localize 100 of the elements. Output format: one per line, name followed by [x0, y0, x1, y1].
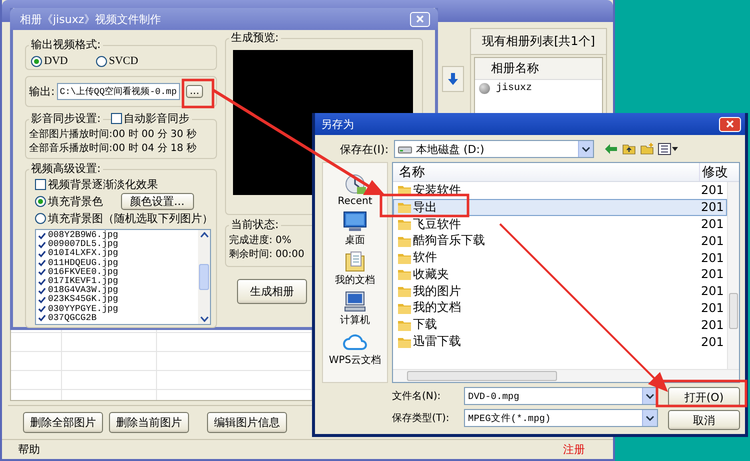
column-header: 相册名称	[475, 58, 602, 80]
file-name: 008Y2B9W6.jpg	[48, 231, 118, 240]
checkbox[interactable]	[38, 268, 46, 276]
checkbox[interactable]	[38, 240, 46, 249]
file-row[interactable]: 导出 201	[393, 198, 727, 216]
open-button[interactable]: 打开(O)	[668, 387, 740, 407]
group-label: 输出视频格式:	[29, 38, 103, 51]
file-row[interactable]: 软件 201	[393, 249, 727, 266]
color-settings-button[interactable]: 颜色设置...	[121, 193, 194, 210]
file-name: 030YYPGYE.jpg	[48, 304, 118, 314]
up-folder-icon	[622, 143, 636, 155]
toolbar-button[interactable]: 删除全部图片	[23, 412, 103, 433]
option-label: SVCD	[108, 55, 138, 67]
places-item[interactable]: 计算机	[340, 290, 370, 327]
file-name-field[interactable]: DVD-0.mpg	[464, 387, 658, 405]
generate-album-button[interactable]: 生成相册	[237, 279, 307, 304]
toolbar-button[interactable]: 删除当前图片	[109, 412, 189, 433]
group-label: 当前状态:	[229, 218, 281, 231]
file-row[interactable]: 酷狗音乐下载 201	[393, 232, 727, 250]
file-name: 010I4LXFX.jpg	[48, 249, 118, 258]
checkbox[interactable]	[38, 296, 46, 304]
duration-text: 全部图片播放时间:00 时 00 分 30 秒	[29, 128, 198, 142]
file-name: 018G4VA3W.jpg	[48, 286, 118, 296]
checkbox[interactable]	[38, 286, 46, 295]
places-item[interactable]: 我的文档	[335, 250, 375, 287]
checkbox[interactable]	[38, 278, 46, 286]
new-folder-icon	[640, 143, 654, 155]
album-item[interactable]: jisuxz	[475, 80, 602, 97]
scroll-thumb[interactable]	[199, 264, 209, 290]
location-dropdown[interactable]: 本地磁盘 (D:)	[394, 140, 594, 158]
help-link[interactable]: 帮助	[18, 442, 40, 457]
file-name: 016FKVEE0.jpg	[48, 268, 118, 277]
view-menu-icon	[658, 143, 678, 155]
checkbox[interactable]	[38, 305, 46, 314]
places-item[interactable]: 桌面	[343, 210, 367, 247]
group-label: 影音同步设置:	[29, 112, 103, 125]
remaining-time-text: 剩余时间: 00:00	[229, 248, 306, 262]
close-icon	[726, 120, 734, 128]
file-row[interactable]: 收藏夹 201	[393, 266, 727, 283]
highlight-frame	[182, 78, 214, 108]
scroll-thumb[interactable]	[729, 293, 738, 329]
places-item[interactable]: Recent	[338, 173, 372, 207]
option-label: 填充背景色	[48, 194, 103, 209]
scrollbar[interactable]	[393, 369, 739, 382]
file-row[interactable]: 我的图片 201	[393, 282, 727, 300]
checkbox[interactable]	[38, 259, 46, 268]
group-label: 生成预览:	[229, 31, 281, 44]
register-link[interactable]: 注册	[563, 442, 585, 457]
folder-icon	[397, 267, 411, 282]
file-name: 011HDQEUG.jpg	[48, 258, 118, 268]
file-type-dropdown[interactable]: MPEG文件(*.mpg)	[464, 409, 658, 427]
close-icon	[416, 15, 424, 23]
computer-icon	[343, 290, 367, 312]
radio-button[interactable]	[31, 56, 42, 66]
places-item[interactable]: WPS云文档	[328, 330, 382, 367]
close-button[interactable]	[719, 116, 741, 132]
checkbox[interactable]	[38, 250, 46, 258]
toolbar-button[interactable]: 编辑图片信息	[207, 412, 287, 433]
progress-text: 完成进度: 0%	[229, 234, 292, 248]
file-row[interactable]: 我的文档 201	[393, 300, 727, 316]
field-label: 输出:	[29, 84, 55, 99]
window-title: 相册《jisuxz》视频文件制作	[20, 12, 162, 26]
file-row[interactable]: 迅雷下载 201	[393, 333, 727, 350]
file-row[interactable]: 下载 201	[393, 316, 727, 334]
monitor-icon	[343, 210, 367, 232]
checkbox-label: 视频背景逐渐淡化效果	[48, 177, 158, 192]
folder-icon	[397, 284, 411, 298]
checkbox[interactable]	[38, 314, 46, 322]
output-path-field[interactable]: C:\上传QQ空间看视频-0.mp	[56, 83, 180, 100]
documents-folder-icon	[343, 250, 367, 272]
scrollbar[interactable]	[198, 230, 210, 324]
field-label: 保存在(I):	[340, 142, 390, 156]
file-name: 037QGCG2B	[48, 314, 97, 323]
column-header[interactable]: 修改	[699, 163, 739, 181]
window-title: 另存为	[321, 116, 354, 132]
option-label: DVD	[44, 55, 68, 67]
radio-button[interactable]	[35, 196, 46, 207]
down-arrow-icon	[448, 73, 458, 85]
cancel-button[interactable]: 取消	[668, 410, 740, 430]
scroll-thumb[interactable]	[407, 371, 557, 381]
field-label: 文件名(N):	[392, 390, 442, 403]
down-button[interactable]	[442, 66, 464, 92]
checkbox[interactable]	[38, 232, 46, 240]
file-name: 017IKEVF1.jpg	[48, 277, 118, 286]
file-name: 023KS45GK.jpg	[48, 295, 118, 304]
drive-icon	[398, 144, 412, 154]
folder-icon	[397, 200, 411, 214]
close-button[interactable]	[410, 12, 430, 26]
clock-icon	[343, 173, 367, 195]
radio-button[interactable]	[35, 213, 46, 224]
column-header[interactable]: 名称	[393, 163, 699, 181]
scrollbar[interactable]	[727, 182, 739, 369]
file-row[interactable]: 飞豆软件 201	[393, 216, 727, 232]
browse-button[interactable]: ...	[186, 85, 204, 98]
back-arrow-icon	[604, 143, 618, 155]
panel-title: 现有相册列表[共1个]	[471, 29, 606, 55]
checkbox[interactable]	[110, 113, 122, 124]
field-label: 保存类型(T):	[392, 412, 450, 425]
checkbox[interactable]	[35, 179, 46, 190]
radio-button[interactable]	[96, 56, 107, 66]
